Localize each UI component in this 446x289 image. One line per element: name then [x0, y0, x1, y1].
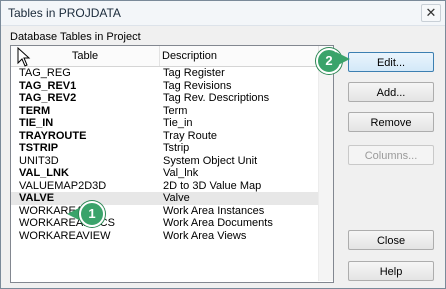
close-window-button[interactable]: ✕ [421, 4, 441, 22]
description-cell: Tray Route [163, 129, 218, 142]
columns-button: Columns... [348, 145, 434, 165]
list-header: Table Description [11, 46, 333, 67]
vertical-scrollbar[interactable] [318, 67, 333, 281]
table-row[interactable]: UNIT3D System Object Unit [11, 155, 318, 168]
table-name-cell: TRAYROUTE [19, 129, 87, 142]
tables-listview[interactable]: Table Description TAG_REG Tag Register TAG… [10, 45, 334, 283]
description-cell: Work Area Views [163, 229, 247, 242]
table-name-cell: UNIT3D [19, 154, 59, 167]
title-bar: Tables in PROJDATA ✕ [1, 1, 445, 26]
table-row[interactable]: WORKAREADOCS Work Area Documents [11, 217, 318, 230]
list-rows: TAG_REG Tag Register TAG_REV1 Tag Revisions… [11, 67, 318, 242]
table-row[interactable]: VALVE Valve [11, 192, 318, 205]
description-cell: Val_lnk [163, 167, 199, 179]
table-name-cell: VALVE [19, 192, 55, 204]
table-name-cell: TAG_REG [19, 67, 71, 79]
description-cell: Valve [163, 192, 190, 204]
description-cell: Work Area Documents [163, 217, 273, 229]
add-button[interactable]: Add... [348, 82, 434, 102]
table-name-cell: TAG_REV1 [19, 79, 77, 92]
column-header-table[interactable]: Table [11, 46, 160, 66]
remove-button[interactable]: Remove [348, 112, 434, 132]
table-row[interactable]: VALUEMAP2D3D 2D to 3D Value Map [11, 180, 318, 193]
table-row[interactable]: TSTRIP Tstrip [11, 142, 318, 155]
table-row[interactable]: VAL_LNK Val_lnk [11, 167, 318, 180]
table-row[interactable]: WORKAREA Work Area Instances [11, 205, 318, 218]
table-row[interactable]: TERM Term [11, 105, 318, 118]
description-cell: Tstrip [163, 142, 190, 154]
list-label: Database Tables in Project [10, 31, 141, 43]
description-cell: Tie_in [163, 117, 193, 129]
description-cell: Work Area Instances [163, 204, 265, 217]
table-row[interactable]: TAG_REG Tag Register [11, 67, 318, 80]
close-button[interactable]: Close [348, 230, 434, 250]
table-name-cell: VALUEMAP2D3D [19, 179, 107, 192]
description-cell: Term [163, 104, 188, 117]
table-name-cell: WORKAREAVIEW [19, 229, 111, 242]
table-name-cell: TAG_REV2 [19, 92, 77, 104]
description-cell: Tag Revisions [163, 79, 232, 92]
mouse-cursor-icon [17, 47, 31, 67]
table-row[interactable]: WORKAREAVIEW Work Area Views [11, 230, 318, 243]
description-cell: 2D to 3D Value Map [163, 179, 262, 192]
table-name-cell: TIE_IN [19, 117, 54, 129]
description-cell: System Object Unit [163, 154, 258, 167]
table-name-cell: VAL_LNK [19, 167, 69, 179]
table-row[interactable]: TIE_IN Tie_in [11, 117, 318, 130]
description-cell: Tag Register [163, 67, 225, 79]
description-cell: Tag Rev. Descriptions [163, 92, 270, 104]
dialog-window: Tables in PROJDATA ✕ Database Tables in … [0, 0, 446, 289]
table-row[interactable]: TAG_REV2 Tag Rev. Descriptions [11, 92, 318, 105]
table-row[interactable]: TRAYROUTE Tray Route [11, 130, 318, 143]
dialog-client-area: Database Tables in Project Table Descrip… [1, 26, 445, 288]
table-name-cell: TERM [19, 104, 51, 117]
help-button[interactable]: Help [348, 261, 434, 281]
close-icon: ✕ [425, 5, 437, 20]
callout-arrow-2 [336, 52, 350, 66]
edit-button[interactable]: Edit... [348, 52, 434, 72]
column-header-description[interactable]: Description [160, 46, 319, 66]
table-name-cell: TSTRIP [19, 142, 59, 154]
window-title: Tables in PROJDATA [8, 6, 121, 20]
callout-badge-1: 1 [79, 201, 105, 227]
table-row[interactable]: TAG_REV1 Tag Revisions [11, 80, 318, 93]
